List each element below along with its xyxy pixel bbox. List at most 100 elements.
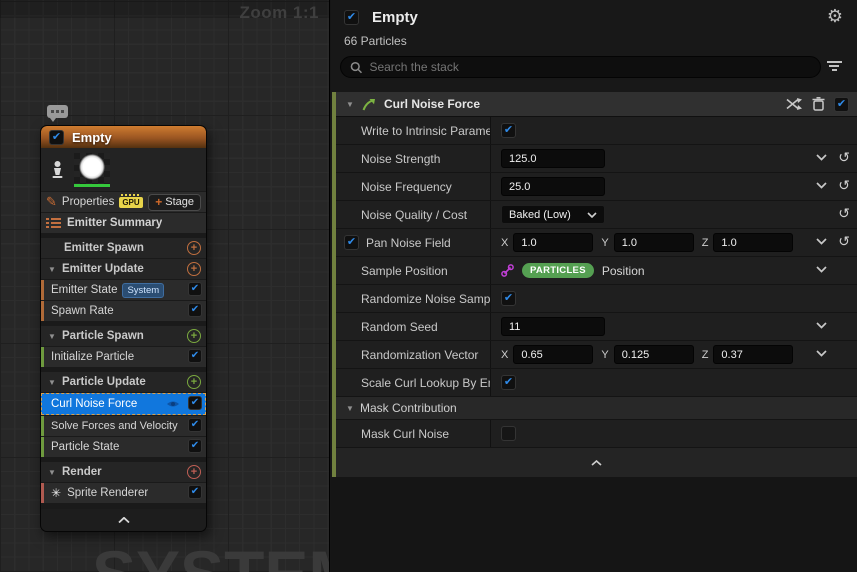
emitter-node-header[interactable]: ✔ Empty	[41, 126, 206, 148]
node-group-emitter-spawn[interactable]: Emitter Spawn +	[41, 238, 206, 258]
module-enabled-checkbox[interactable]: ✔	[834, 97, 849, 112]
node-spacer	[41, 457, 206, 461]
node-group-particle-update[interactable]: ▼ Particle Update +	[41, 372, 206, 392]
node-row-spawn-rate[interactable]: Spawn Rate ✔	[41, 301, 206, 321]
bool-checkbox[interactable]: ✔	[501, 375, 516, 390]
randvec-z-input[interactable]	[713, 345, 793, 364]
collapse-triangle-icon[interactable]: ▼	[46, 468, 58, 477]
collapse-triangle-icon[interactable]: ▼	[46, 332, 58, 341]
add-stage-button[interactable]: + Stage	[148, 194, 201, 211]
add-renderer-icon[interactable]: +	[187, 465, 201, 479]
module-enabled-checkbox[interactable]: ✔	[188, 303, 202, 317]
zoom-level-label: Zoom 1:1	[239, 3, 319, 23]
module-enabled-checkbox[interactable]: ✔	[188, 439, 202, 453]
visibility-eye-icon[interactable]	[166, 399, 180, 409]
node-spacer	[41, 367, 206, 371]
node-row-emitter-summary[interactable]: Emitter Summary	[41, 213, 206, 233]
chevron-down-icon[interactable]	[816, 350, 827, 357]
stage-color-bar	[41, 416, 44, 436]
stage-color-bar	[41, 301, 44, 321]
emitter-node[interactable]: ✔ Empty ✎ Properties GPU + Stage	[40, 125, 207, 532]
shuffle-icon[interactable]	[786, 98, 803, 110]
row-scale-curl: Scale Curl Lookup By Eng ✔	[336, 369, 857, 397]
module-enabled-checkbox[interactable]: ✔	[188, 349, 202, 363]
add-module-icon[interactable]: +	[187, 375, 201, 389]
noise-strength-input[interactable]	[501, 149, 605, 168]
noise-frequency-input[interactable]	[501, 177, 605, 196]
collapse-triangle-icon[interactable]: ▼	[344, 404, 356, 413]
node-graph-canvas[interactable]: Zoom 1:1 SYSTEM ✔ Empty ✎ Properties GPU	[0, 0, 330, 572]
axis-z-label: Z	[702, 237, 709, 249]
gpu-badge: GPU	[119, 197, 142, 208]
trash-icon[interactable]	[812, 97, 825, 111]
randvec-x-input[interactable]	[513, 345, 593, 364]
emitter-thumbnail-row	[41, 148, 206, 191]
emitter-preview-thumbnail[interactable]	[74, 153, 110, 187]
bool-checkbox[interactable]: ✔	[501, 123, 516, 138]
reset-to-default-icon[interactable]: ↺	[838, 150, 850, 164]
emitter-enabled-checkbox[interactable]: ✔	[344, 10, 359, 25]
module-enabled-checkbox[interactable]: ✔	[188, 396, 202, 410]
subsection-mask-contribution[interactable]: ▼ Mask Contribution	[336, 397, 857, 420]
search-input[interactable]	[369, 60, 811, 74]
collapse-triangle-icon[interactable]: ▼	[46, 378, 58, 387]
chevron-down-icon[interactable]	[816, 322, 827, 329]
gear-icon[interactable]: ⚙	[827, 7, 843, 25]
module-enabled-checkbox[interactable]: ✔	[188, 418, 202, 432]
bool-checkbox-unchecked[interactable]	[501, 426, 516, 441]
node-collapse-bar[interactable]	[41, 509, 206, 531]
node-row-sprite-renderer[interactable]: ✳ Sprite Renderer ✔	[41, 483, 206, 503]
row-mask-curl-noise: Mask Curl Noise	[336, 420, 857, 448]
node-group-render[interactable]: ▼ Render +	[41, 462, 206, 482]
renderer-enabled-checkbox[interactable]: ✔	[188, 485, 202, 499]
row-write-intrinsic: Write to Intrinsic Paramet ✔	[336, 117, 857, 145]
emitter-enabled-checkbox[interactable]: ✔	[49, 130, 64, 145]
namespace-pill[interactable]: PARTICLES	[522, 263, 594, 278]
filter-icon[interactable]	[827, 61, 843, 73]
row-pan-noise-field: ✔ Pan Noise Field X Y Z ↺	[336, 229, 857, 257]
stack-collapse-bar[interactable]	[336, 448, 857, 477]
system-badge: System	[122, 283, 164, 298]
collapse-triangle-icon[interactable]: ▼	[46, 265, 58, 274]
pan-z-input[interactable]	[713, 233, 793, 252]
stack-search-bar[interactable]	[340, 56, 821, 78]
linked-attribute-name[interactable]: Position	[602, 264, 645, 278]
node-group-particle-spawn[interactable]: ▼ Particle Spawn +	[41, 326, 206, 346]
comment-bubble-icon[interactable]	[47, 105, 68, 118]
random-seed-input[interactable]	[501, 317, 605, 336]
randvec-y-input[interactable]	[614, 345, 694, 364]
chevron-down-icon[interactable]	[816, 238, 827, 245]
system-watermark: SYSTEM	[92, 536, 330, 572]
chevron-down-icon[interactable]	[816, 266, 827, 273]
node-row-solve-forces[interactable]: Solve Forces and Velocity ✔	[41, 416, 206, 436]
add-module-icon[interactable]: +	[187, 241, 201, 255]
node-row-emitter-state[interactable]: Emitter State System ✔	[41, 280, 206, 300]
stage-color-bar	[41, 437, 44, 457]
pan-y-input[interactable]	[614, 233, 694, 252]
chevron-down-icon[interactable]	[816, 182, 827, 189]
node-row-curl-noise-force-selected[interactable]: Curl Noise Force ✔	[41, 393, 206, 415]
bool-checkbox[interactable]: ✔	[344, 235, 359, 250]
add-module-icon[interactable]: +	[187, 262, 201, 276]
pan-x-input[interactable]	[513, 233, 593, 252]
module-header-curl-noise-force[interactable]: ▼ Curl Noise Force ✔	[336, 92, 857, 117]
module-title: Curl Noise Force	[384, 97, 480, 111]
panel-title: Empty	[372, 9, 418, 26]
reset-to-default-icon[interactable]: ↺	[838, 234, 850, 248]
node-row-particle-state[interactable]: Particle State ✔	[41, 437, 206, 457]
selection-panel: ✔ Empty ⚙ 66 Particles ▼ Curl Noise Forc…	[331, 0, 857, 572]
noise-quality-dropdown[interactable]: Baked (Low)	[501, 205, 605, 224]
node-group-emitter-update[interactable]: ▼ Emitter Update +	[41, 259, 206, 279]
reset-to-default-icon[interactable]: ↺	[838, 178, 850, 192]
bool-checkbox[interactable]: ✔	[501, 291, 516, 306]
add-module-icon[interactable]: +	[187, 329, 201, 343]
axis-y-label: Y	[601, 349, 608, 361]
chevron-down-icon[interactable]	[816, 154, 827, 161]
particle-count-label: 66 Particles	[344, 34, 407, 48]
emitter-node-title: Empty	[72, 130, 112, 145]
module-enabled-checkbox[interactable]: ✔	[188, 282, 202, 296]
reset-to-default-icon[interactable]: ↺	[838, 206, 850, 220]
collapse-triangle-icon[interactable]: ▼	[344, 100, 356, 109]
node-row-properties[interactable]: ✎ Properties GPU + Stage	[41, 192, 206, 212]
node-row-initialize-particle[interactable]: Initialize Particle ✔	[41, 347, 206, 367]
